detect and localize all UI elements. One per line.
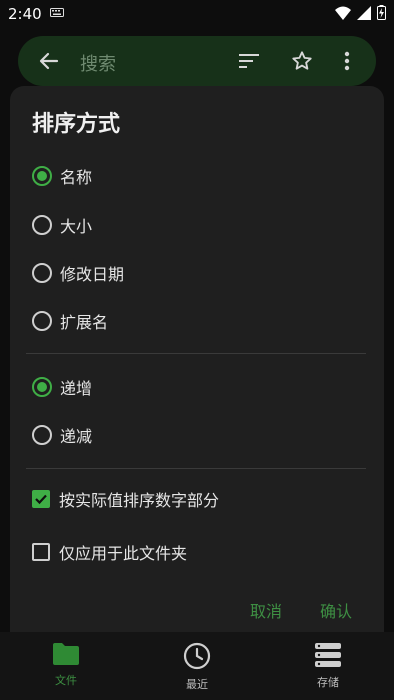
nav-item-storage[interactable]: 存储	[288, 642, 368, 690]
sort-icon[interactable]	[238, 52, 260, 70]
star-icon[interactable]	[291, 50, 313, 72]
option-label: 递减	[60, 427, 93, 446]
search-bar: 搜索	[18, 36, 376, 86]
radio-sort-modified-date[interactable]: 修改日期	[32, 258, 124, 288]
status-bar: 2:40	[0, 0, 394, 28]
radio-button[interactable]	[32, 166, 52, 186]
option-label: 仅应用于此文件夹	[59, 544, 188, 563]
radio-order-ascending[interactable]: 递增	[32, 372, 92, 402]
radio-sort-name[interactable]: 名称	[32, 161, 92, 191]
sort-dialog: 排序方式 名称 大小 修改日期 扩展名 递增 递减 按实际值排序数字部分 仅应用…	[10, 86, 384, 634]
checkbox-apply-folder-only[interactable]: 仅应用于此文件夹	[32, 537, 187, 567]
option-label: 扩展名	[60, 313, 109, 332]
checkbox-natural-number-sort[interactable]: 按实际值排序数字部分	[32, 484, 219, 514]
option-label: 修改日期	[60, 265, 125, 284]
radio-button[interactable]	[32, 263, 52, 283]
radio-button[interactable]	[32, 425, 52, 445]
check-icon	[35, 494, 47, 505]
bottom-navigation: 文件 最近 存储	[0, 632, 394, 700]
option-label: 大小	[60, 217, 93, 236]
divider	[26, 353, 366, 354]
nav-label: 文件	[55, 674, 77, 687]
confirm-button[interactable]: 确认	[320, 598, 352, 622]
clock-icon	[183, 642, 211, 670]
option-label: 按实际值排序数字部分	[59, 491, 220, 510]
nav-label: 最近	[186, 678, 208, 691]
checkbox[interactable]	[32, 490, 50, 508]
divider	[26, 468, 366, 469]
checkbox[interactable]	[32, 543, 50, 561]
option-label: 名称	[60, 168, 93, 187]
radio-sort-extension[interactable]: 扩展名	[32, 306, 108, 336]
signal-icon	[357, 5, 371, 20]
dialog-title: 排序方式	[32, 112, 121, 137]
status-time: 2:40	[8, 5, 42, 23]
nav-label: 存储	[317, 676, 339, 689]
radio-sort-size[interactable]: 大小	[32, 210, 92, 240]
radio-button[interactable]	[32, 311, 52, 331]
more-vert-icon[interactable]	[342, 50, 352, 72]
radio-button[interactable]	[32, 377, 52, 397]
nav-item-files[interactable]: 文件	[26, 642, 106, 688]
radio-order-descending[interactable]: 递减	[32, 420, 92, 450]
cancel-button[interactable]: 取消	[250, 598, 282, 622]
back-arrow-icon[interactable]	[38, 50, 60, 72]
search-input[interactable]: 搜索	[80, 50, 116, 76]
battery-icon	[377, 5, 386, 20]
folder-icon	[53, 643, 79, 665]
wifi-icon	[335, 6, 351, 20]
keyboard-icon	[50, 8, 64, 17]
nav-item-recent[interactable]: 最近	[157, 642, 237, 692]
storage-icon	[315, 643, 341, 667]
option-label: 递增	[60, 379, 93, 398]
radio-button[interactable]	[32, 215, 52, 235]
